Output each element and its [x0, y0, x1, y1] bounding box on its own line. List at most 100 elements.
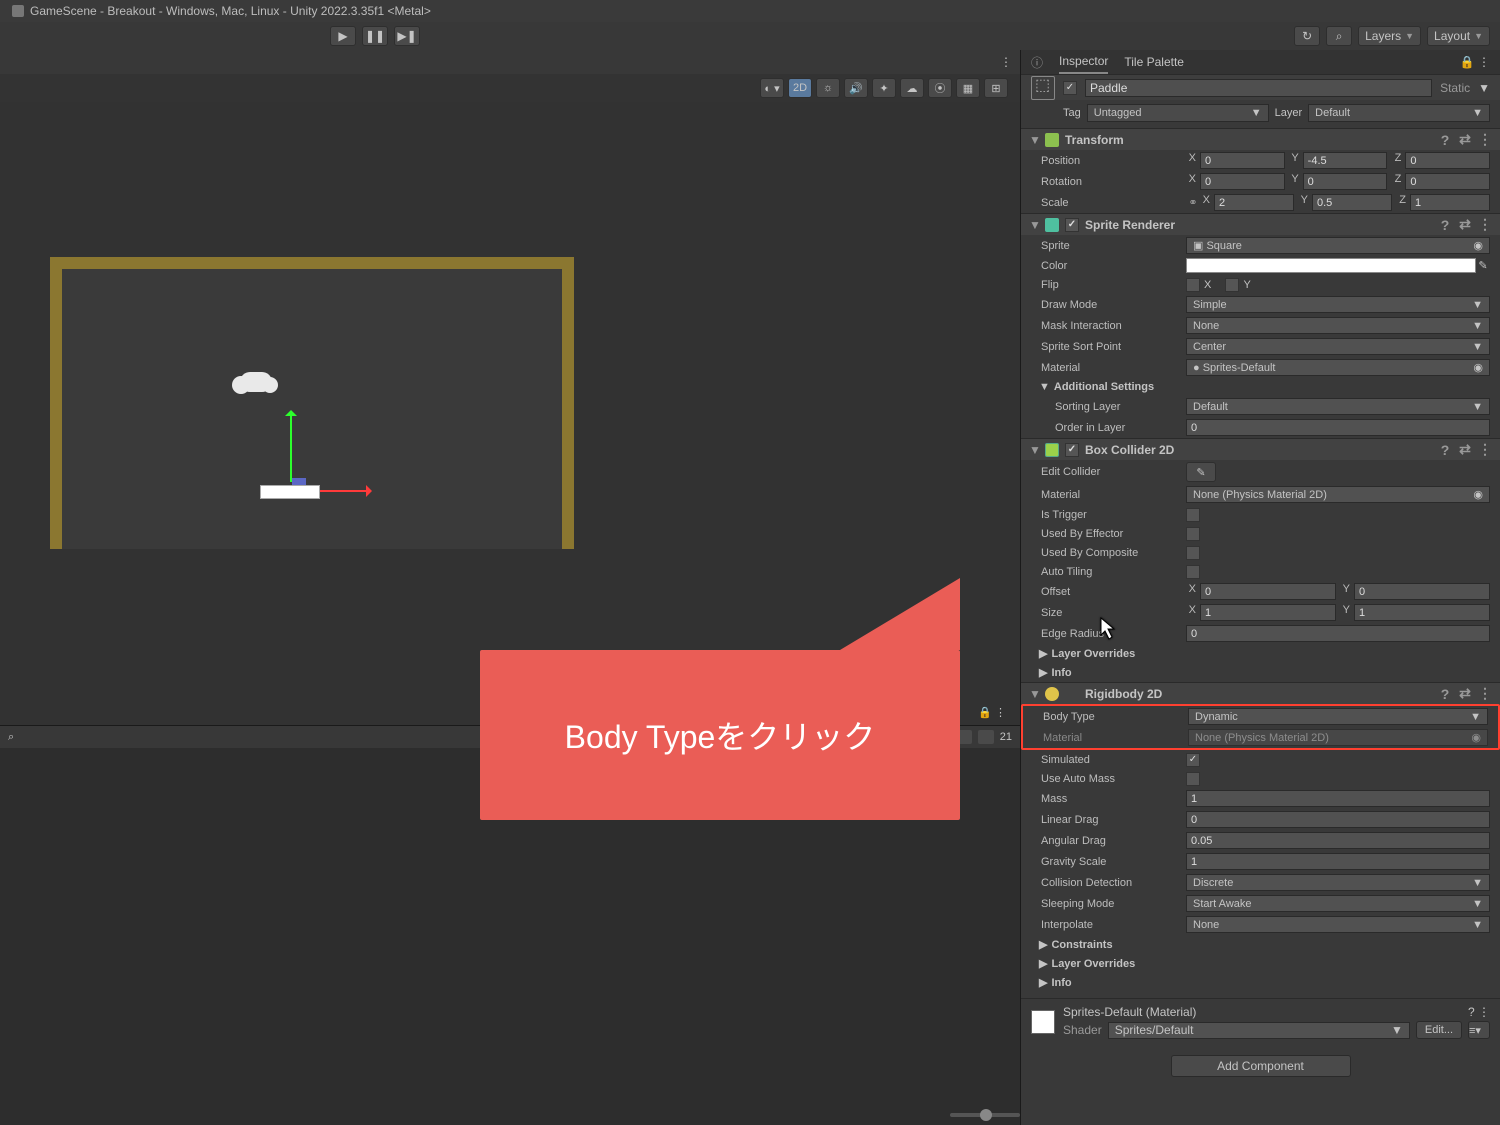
material-preview[interactable]: [1031, 1010, 1055, 1034]
search-icon[interactable]: ⌕: [8, 731, 14, 744]
help-icon[interactable]: ?: [1438, 442, 1452, 458]
play-button[interactable]: ▶: [330, 26, 356, 46]
camera-icon[interactable]: ▦: [956, 78, 980, 98]
static-dropdown[interactable]: ▼: [1478, 81, 1490, 95]
edit-button[interactable]: Edit...: [1416, 1021, 1462, 1039]
sprite-field[interactable]: ▣ Square◉: [1186, 237, 1490, 254]
mini-icon-6[interactable]: [978, 730, 994, 744]
link-icon[interactable]: ⚭: [1186, 196, 1200, 209]
body-type-dropdown[interactable]: Dynamic▼: [1188, 708, 1488, 725]
lock-icon[interactable]: 🔒 ⋮: [978, 706, 1006, 719]
interpolate-dropdown[interactable]: None▼: [1186, 916, 1490, 933]
fold-icon[interactable]: ▼: [1029, 443, 1039, 457]
linear-drag-input[interactable]: 0: [1186, 811, 1490, 828]
pause-button[interactable]: ❚❚: [362, 26, 388, 46]
fold-icon[interactable]: ▼: [1029, 133, 1039, 147]
flip-y-checkbox[interactable]: [1225, 278, 1239, 292]
color-field[interactable]: [1186, 258, 1476, 273]
component-enable-checkbox[interactable]: [1065, 218, 1079, 232]
help-icon[interactable]: ?: [1468, 1005, 1475, 1019]
menu-icon[interactable]: ⋮: [1478, 441, 1492, 458]
is-trigger-checkbox[interactable]: [1186, 508, 1200, 522]
edit-collider-button[interactable]: ✎: [1186, 462, 1216, 482]
skybox-toggle-icon[interactable]: ☁: [900, 78, 924, 98]
fx-toggle-icon[interactable]: ✦: [872, 78, 896, 98]
menu-icon[interactable]: ⋮: [1478, 1005, 1490, 1019]
preset-icon[interactable]: ⇄: [1458, 685, 1472, 702]
object-picker-icon[interactable]: ◉: [1473, 239, 1483, 252]
offset-y-input[interactable]: 0: [1354, 583, 1490, 600]
angular-drag-input[interactable]: 0.05: [1186, 832, 1490, 849]
tab-inspector[interactable]: Inspector: [1059, 50, 1108, 74]
grid-icon[interactable]: ⊞: [984, 78, 1008, 98]
sortpoint-dropdown[interactable]: Center▼: [1186, 338, 1490, 355]
undo-history-icon[interactable]: ↻: [1294, 26, 1320, 46]
help-icon[interactable]: ?: [1438, 217, 1452, 233]
auto-mass-checkbox[interactable]: [1186, 772, 1200, 786]
object-name-input[interactable]: Paddle: [1085, 79, 1432, 97]
sorting-layer-dropdown[interactable]: Default▼: [1186, 398, 1490, 415]
layer-dropdown[interactable]: Default▼: [1308, 104, 1490, 122]
audio-toggle-icon[interactable]: 🔊: [844, 78, 868, 98]
scale-z-input[interactable]: 1: [1410, 194, 1490, 211]
menu-icon[interactable]: ⋮: [1478, 685, 1492, 702]
shader-menu-button[interactable]: ≡▾: [1468, 1021, 1490, 1039]
zoom-slider[interactable]: [950, 1113, 1020, 1117]
lock-icon[interactable]: 🔒 ⋮: [1460, 55, 1490, 69]
scale-y-input[interactable]: 0.5: [1312, 194, 1392, 211]
active-checkbox[interactable]: [1063, 81, 1077, 95]
fold-icon[interactable]: ▼: [1039, 381, 1050, 393]
mask-dropdown[interactable]: None▼: [1186, 317, 1490, 334]
menu-icon[interactable]: ⋮: [1478, 216, 1492, 233]
component-enable-checkbox[interactable]: [1065, 443, 1079, 457]
fold-icon[interactable]: ▶: [1039, 938, 1047, 951]
help-icon[interactable]: ?: [1438, 132, 1452, 148]
sleeping-mode-dropdown[interactable]: Start Awake▼: [1186, 895, 1490, 912]
flip-x-checkbox[interactable]: [1186, 278, 1200, 292]
offset-x-input[interactable]: 0: [1200, 583, 1336, 600]
menu-icon[interactable]: ⋮: [1478, 131, 1492, 148]
eyedropper-icon[interactable]: ✎: [1476, 259, 1490, 272]
scale-x-input[interactable]: 2: [1214, 194, 1294, 211]
fold-icon[interactable]: ▼: [1029, 687, 1039, 701]
2d-toggle[interactable]: 2D: [788, 78, 812, 98]
fold-icon[interactable]: ▶: [1039, 957, 1047, 970]
material-field[interactable]: ● Sprites-Default◉: [1186, 359, 1490, 376]
y-axis-arrow[interactable]: [290, 412, 292, 482]
layout-dropdown[interactable]: Layout▼: [1427, 26, 1490, 46]
size-y-input[interactable]: 1: [1354, 604, 1490, 621]
step-button[interactable]: ▶❚: [394, 26, 420, 46]
simulated-checkbox[interactable]: [1186, 753, 1200, 767]
rot-x-input[interactable]: 0: [1200, 173, 1285, 190]
pos-x-input[interactable]: 0: [1200, 152, 1285, 169]
auto-tiling-checkbox[interactable]: [1186, 565, 1200, 579]
drawmode-dropdown[interactable]: Simple▼: [1186, 296, 1490, 313]
shading-mode-dropdown[interactable]: ◐ ▾: [760, 78, 784, 98]
collision-detection-dropdown[interactable]: Discrete▼: [1186, 874, 1490, 891]
gameobject-icon[interactable]: [1031, 76, 1055, 100]
pos-z-input[interactable]: 0: [1405, 152, 1490, 169]
rot-z-input[interactable]: 0: [1405, 173, 1490, 190]
add-component-button[interactable]: Add Component: [1171, 1055, 1351, 1077]
preset-icon[interactable]: ⇄: [1458, 216, 1472, 233]
paddle-sprite[interactable]: [260, 485, 320, 499]
size-x-input[interactable]: 1: [1200, 604, 1336, 621]
fold-icon[interactable]: ▶: [1039, 666, 1047, 679]
gizmos-toggle-icon[interactable]: ⦿: [928, 78, 952, 98]
preset-icon[interactable]: ⇄: [1458, 131, 1472, 148]
physics-material-field[interactable]: None (Physics Material 2D)◉: [1186, 486, 1490, 503]
shader-dropdown[interactable]: Sprites/Default▼: [1108, 1022, 1410, 1039]
lighting-toggle-icon[interactable]: ☼: [816, 78, 840, 98]
gravity-scale-input[interactable]: 1: [1186, 853, 1490, 870]
object-picker-icon[interactable]: ◉: [1473, 488, 1483, 501]
layers-dropdown[interactable]: Layers▼: [1358, 26, 1421, 46]
tab-tile-palette[interactable]: Tile Palette: [1124, 51, 1184, 73]
fold-icon[interactable]: ▼: [1029, 218, 1039, 232]
fold-icon[interactable]: ▶: [1039, 647, 1047, 660]
rb-material-field[interactable]: None (Physics Material 2D)◉: [1188, 729, 1488, 746]
kebab-icon[interactable]: ⋮: [1000, 55, 1012, 69]
help-icon[interactable]: ?: [1438, 686, 1452, 702]
rot-y-input[interactable]: 0: [1303, 173, 1388, 190]
edge-radius-input[interactable]: 0: [1186, 625, 1490, 642]
used-by-effector-checkbox[interactable]: [1186, 527, 1200, 541]
